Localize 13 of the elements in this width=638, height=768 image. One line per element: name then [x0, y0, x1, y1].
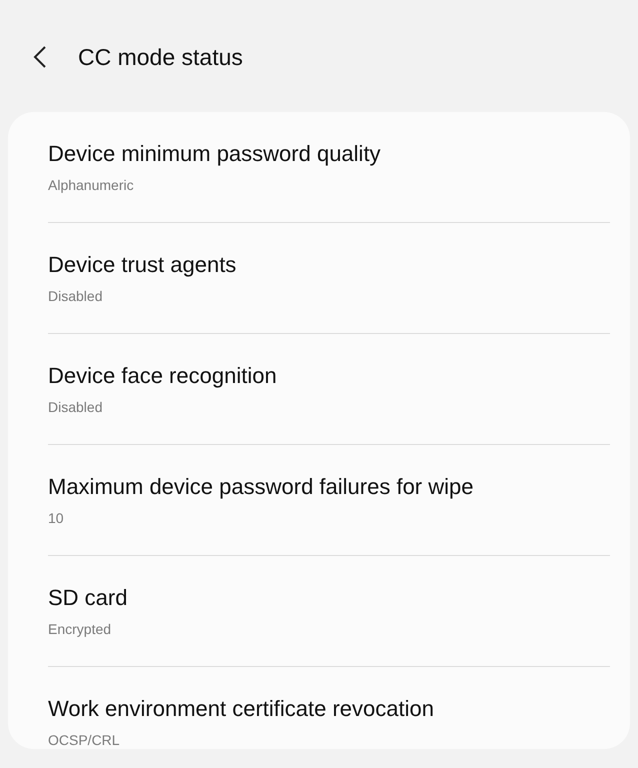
setting-title: Maximum device password failures for wipe	[48, 473, 474, 501]
page-title: CC mode status	[78, 43, 243, 72]
setting-value: 10	[48, 509, 64, 527]
setting-title: Work environment certificate revocation	[48, 695, 434, 723]
setting-title: Device face recognition	[48, 362, 277, 390]
setting-value: Disabled	[48, 398, 102, 416]
setting-title: Device trust agents	[48, 251, 236, 279]
setting-value: Alphanumeric	[48, 176, 134, 194]
setting-title: Device minimum password quality	[48, 140, 381, 168]
setting-value: Encrypted	[48, 620, 112, 638]
setting-title: SD card	[48, 584, 128, 612]
setting-value: Disabled	[48, 287, 102, 305]
setting-value: OCSP/CRL	[48, 731, 120, 749]
